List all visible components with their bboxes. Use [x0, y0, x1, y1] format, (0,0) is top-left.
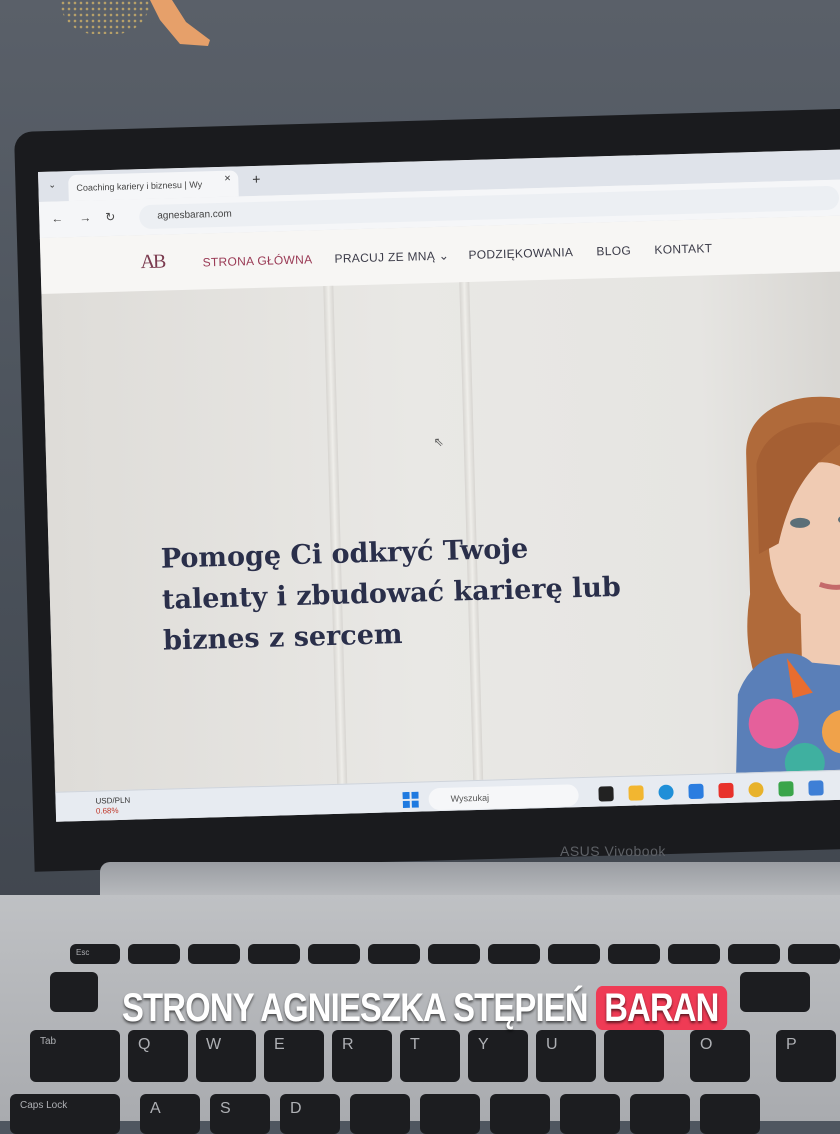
key-f10[interactable]: [668, 944, 720, 964]
key-s[interactable]: S: [210, 1094, 270, 1134]
key-j[interactable]: [560, 1094, 620, 1134]
menu-work-with-me[interactable]: PRACUJ ZE MNĄ ⌄: [334, 249, 449, 266]
forward-arrow-icon[interactable]: →: [79, 211, 91, 225]
windows-start-icon[interactable]: [402, 791, 419, 809]
key-f8[interactable]: [548, 944, 600, 964]
key-f[interactable]: [350, 1094, 410, 1134]
menu-blog[interactable]: BLOG: [596, 243, 631, 258]
key-l[interactable]: [700, 1094, 760, 1134]
app-photos-icon[interactable]: [808, 780, 824, 796]
hero-section: Pomogę Ci odkryć Twoje talenty i zbudowa…: [41, 271, 840, 804]
file-explorer-icon[interactable]: [628, 785, 644, 801]
tab-list-chevron-icon[interactable]: ⌄: [48, 180, 56, 191]
caption-highlight: BARAN: [596, 986, 727, 1030]
key-k[interactable]: [630, 1094, 690, 1134]
key-f5[interactable]: [368, 944, 420, 964]
key-f1[interactable]: [128, 944, 180, 964]
key-a[interactable]: A: [140, 1094, 200, 1134]
chrome-icon[interactable]: [748, 781, 764, 798]
app-green-icon[interactable]: [778, 781, 794, 797]
key-f3[interactable]: [248, 944, 300, 964]
back-arrow-icon[interactable]: ←: [51, 211, 63, 225]
portrait-image: [735, 396, 840, 795]
store-icon[interactable]: [688, 783, 704, 800]
key-zero[interactable]: [740, 972, 810, 1012]
key-tab[interactable]: Tab: [30, 1030, 120, 1082]
hand-sticker-icon: [150, 0, 210, 46]
key-f12[interactable]: [788, 944, 840, 964]
key-h[interactable]: [490, 1094, 550, 1134]
hero-headline: Pomogę Ci odkryć Twoje talenty i zbudowa…: [160, 533, 622, 657]
caption-text: STRONY AGNIESZKA STĘPIEŃ: [122, 986, 589, 1030]
tab-title: Coaching kariery i biznesu | Wy: [76, 179, 203, 193]
key-f11[interactable]: [728, 944, 780, 964]
search-placeholder: Wyszukaj: [450, 792, 490, 804]
key-esc[interactable]: Esc: [70, 944, 120, 964]
key-f6[interactable]: [428, 944, 480, 964]
taskbar-search[interactable]: Wyszukaj: [428, 784, 579, 811]
key-backquote[interactable]: [50, 972, 98, 1012]
video-caption: STRONY AGNIESZKA STĘPIEŃ BARAN: [122, 978, 727, 1038]
reload-icon[interactable]: ↻: [105, 210, 115, 224]
menu-home[interactable]: STRONA GŁÓWNA: [202, 252, 312, 269]
tab-close-icon[interactable]: ×: [224, 173, 231, 185]
key-f4[interactable]: [308, 944, 360, 964]
widget-change: 0.68%: [95, 806, 119, 816]
key-f9[interactable]: [608, 944, 660, 964]
task-view-icon[interactable]: [598, 786, 614, 802]
menu-thanks[interactable]: PODZIĘKOWANIA: [468, 245, 573, 262]
widget-label: USD/PLN: [95, 795, 131, 806]
mouse-cursor-icon: ⇖: [433, 434, 444, 450]
laptop-brand: ASUS Vivobook: [560, 843, 666, 859]
key-caps-lock[interactable]: Caps Lock: [10, 1094, 120, 1134]
new-tab-button[interactable]: +: [252, 171, 261, 187]
menu-contact[interactable]: KONTAKT: [654, 241, 712, 257]
currency-widget[interactable]: USD/PLN 0.68%: [95, 796, 130, 817]
edge-icon[interactable]: [658, 784, 674, 800]
key-d[interactable]: D: [280, 1094, 340, 1134]
key-p[interactable]: P: [776, 1030, 836, 1082]
key-f2[interactable]: [188, 944, 240, 964]
youtube-icon[interactable]: [718, 782, 734, 799]
key-f7[interactable]: [488, 944, 540, 964]
url-text: agnesbaran.com: [157, 208, 232, 222]
site-logo[interactable]: AB: [140, 251, 164, 275]
laptop-screen: ⌄ Coaching kariery i biznesu | Wy × + ← …: [38, 149, 840, 822]
key-g[interactable]: [420, 1094, 480, 1134]
